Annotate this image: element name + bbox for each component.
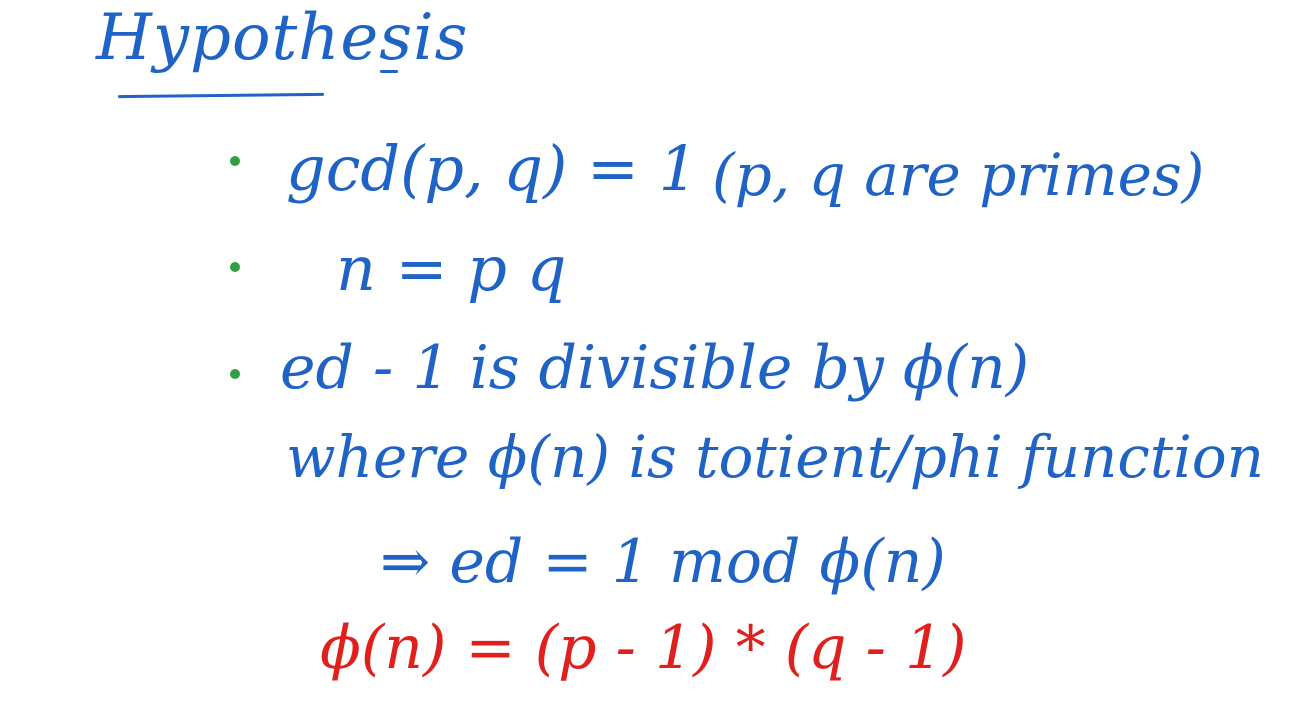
note-title: Hypothesis [96, 1, 469, 75]
title-underline [117, 92, 325, 99]
bullet-1-text: gcd(p, q) = 1 [286, 132, 699, 205]
bullet-dot-2 [230, 262, 240, 272]
bullet-2-text: n = p q [336, 232, 567, 305]
bullet-dot-1 [230, 156, 240, 166]
handwritten-note: Hypothesis gcd(p, q) = 1 (p, q are prime… [0, 0, 1292, 721]
title-dash [380, 70, 398, 73]
bullet-3-text: ed - 1 is divisible by ϕ(n) [280, 333, 1030, 403]
bullet-1-aside: (p, q are primes) [712, 141, 1205, 209]
implication-text: ⇒ ed = 1 mod ϕ(n) [380, 527, 946, 597]
continuation-text: where ϕ(n) is totient/phi function [286, 423, 1265, 491]
phi-formula: ϕ(n) = (p - 1) * (q - 1) [320, 613, 967, 683]
bullet-dot-3 [230, 369, 240, 379]
